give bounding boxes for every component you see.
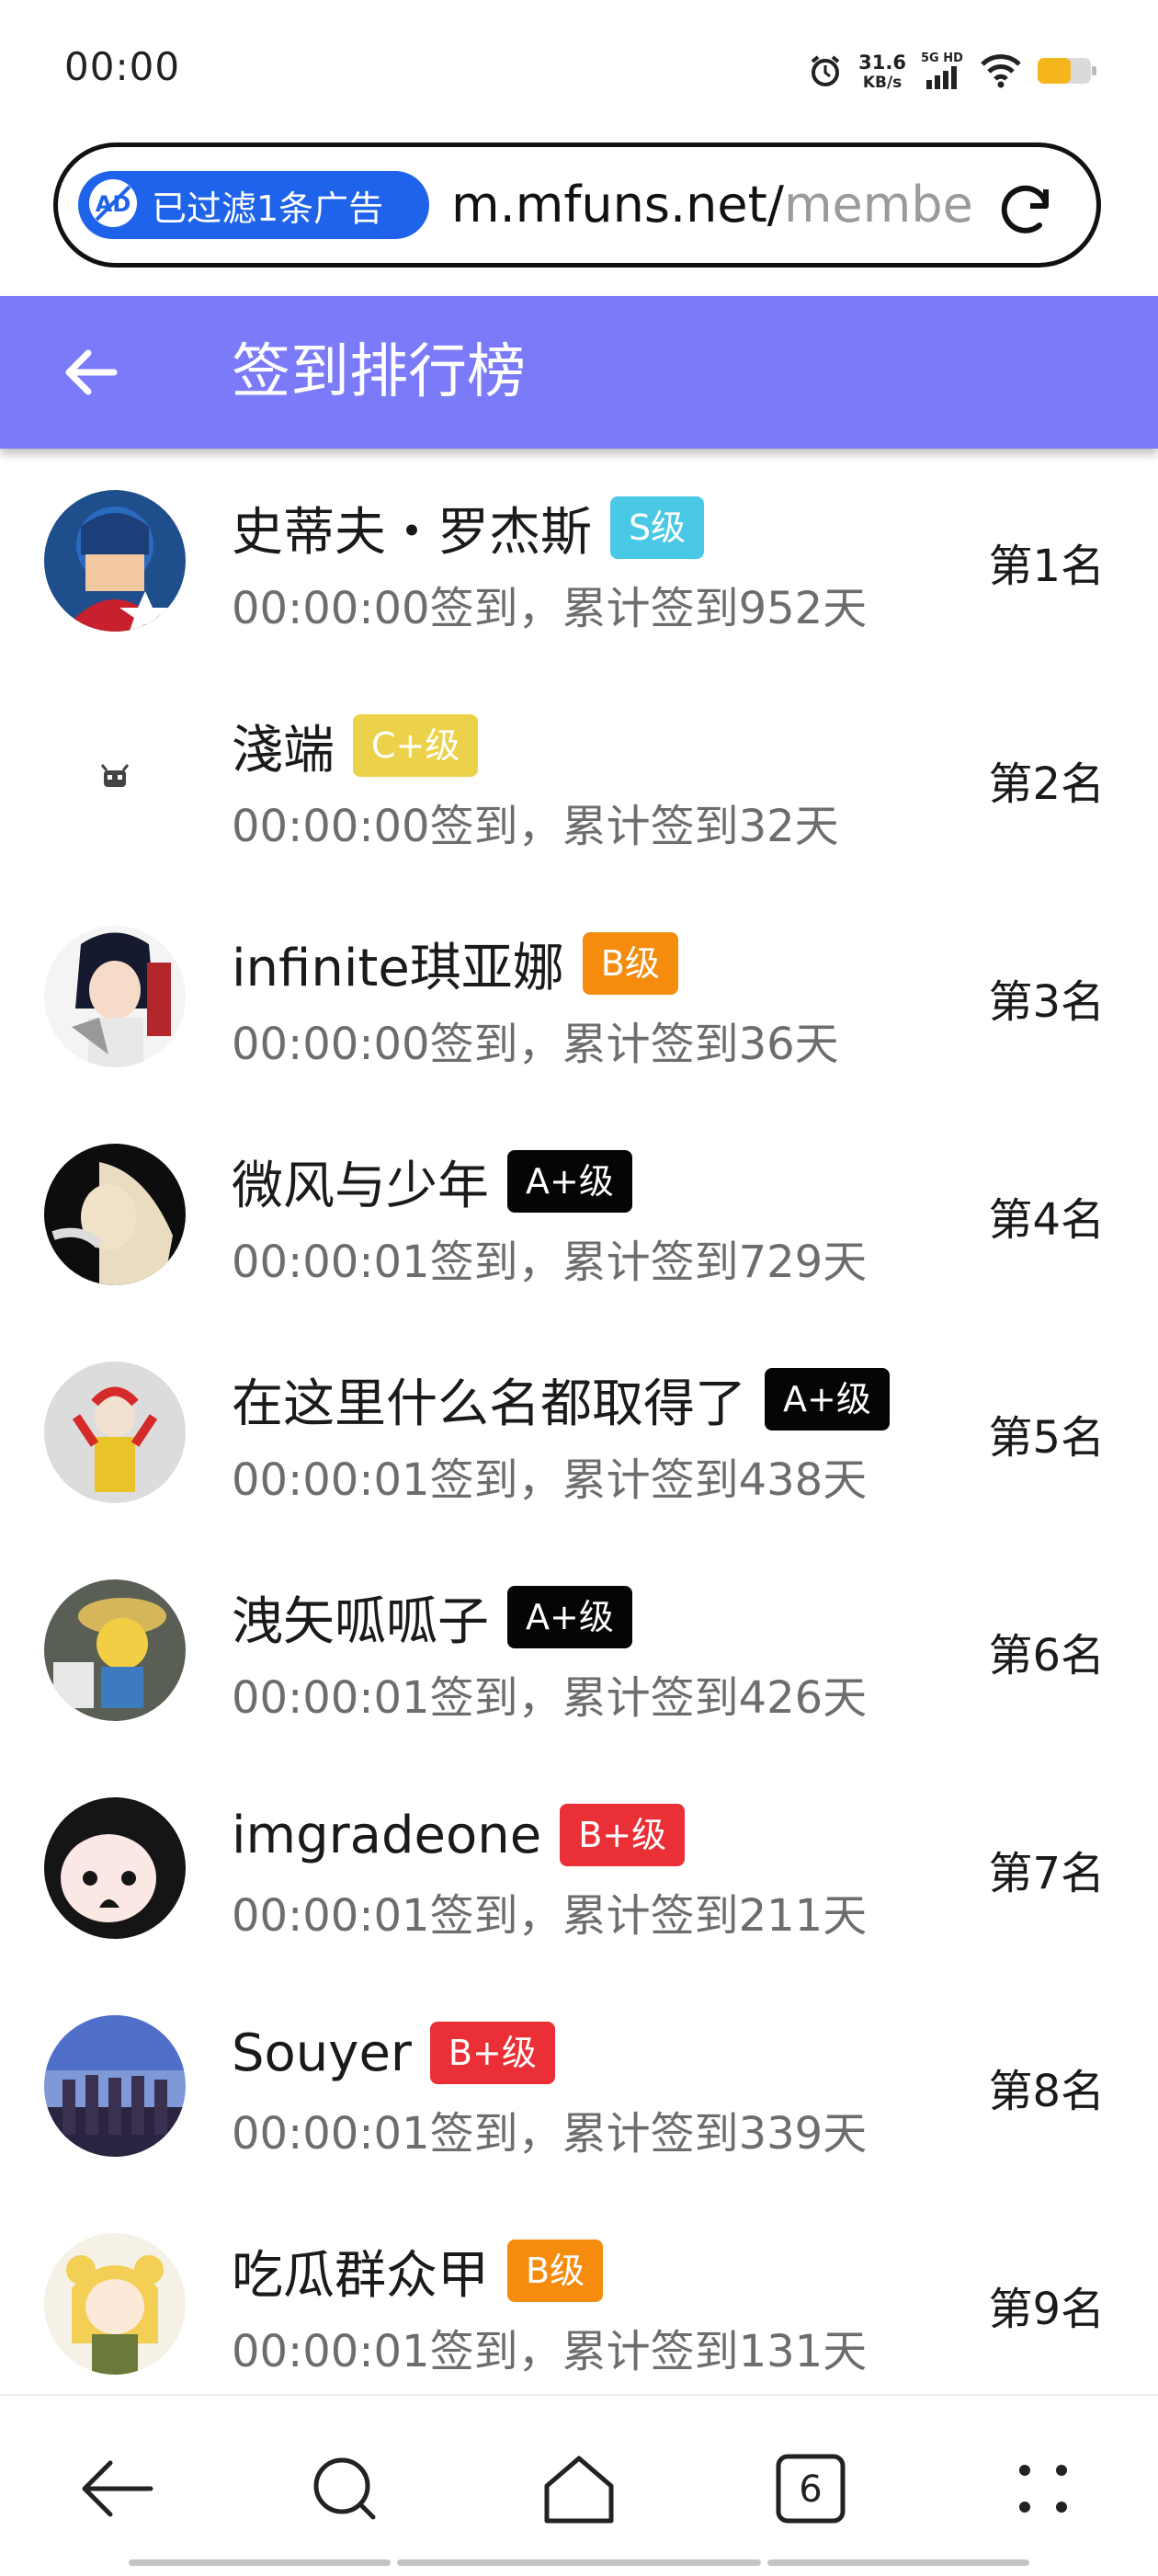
checkin-info: 00:00:00签到，累计签到36天 <box>232 1019 839 1070</box>
ranking-row[interactable]: 吃瓜群众甲 B级 00:00:01签到，累计签到131天 第9名 <box>0 2192 1158 2394</box>
status-time: 00:00 <box>64 44 181 89</box>
level-badge: B+级 <box>560 1804 686 1866</box>
rank-label: 第2名 <box>988 758 1105 810</box>
checkin-info: 00:00:01签到，累计签到438天 <box>232 1454 868 1506</box>
status-icons: 31.6 KB/s 5G HD <box>807 50 1097 96</box>
level-badge: B级 <box>507 2240 604 2302</box>
arrow-left-icon[interactable] <box>61 342 121 403</box>
rank-label: 第7名 <box>988 1848 1105 1899</box>
reload-icon[interactable] <box>993 177 1058 241</box>
svg-text:5G HD: 5G HD <box>921 51 963 65</box>
ad-filter-label: 已过滤1条广告 <box>152 188 384 229</box>
checkin-info: 00:00:00签到，累计签到32天 <box>232 801 839 852</box>
wifi-icon <box>980 52 1022 93</box>
back-icon[interactable] <box>74 2447 156 2530</box>
name-line: 在这里什么名都取得了 A+级 <box>232 1362 890 1436</box>
status-bar: 00:00 31.6 KB/s 5G HD <box>0 0 1158 138</box>
url-text[interactable]: m.mfuns.net/membe <box>451 175 1012 235</box>
ranking-row[interactable]: 洩矢呱呱子 A+级 00:00:01签到，累计签到426天 第6名 <box>0 1538 1158 1756</box>
page-header: 签到排行榜 <box>0 296 1158 449</box>
level-badge: A+级 <box>765 1368 890 1430</box>
name-line: 微风与少年 A+级 <box>232 1145 632 1218</box>
svg-text:6: 6 <box>799 2468 822 2511</box>
rank-label: 第6名 <box>988 1630 1105 1681</box>
gesture-bar <box>397 2559 761 2566</box>
name-line: 淺端 C+级 <box>232 709 479 783</box>
ad-block-icon: AD <box>87 177 139 233</box>
checkin-info: 00:00:01签到，累计签到131天 <box>232 2326 868 2377</box>
tabs-icon[interactable]: 6 <box>769 2447 852 2530</box>
address-bar[interactable]: AD 已过滤1条广告 m.mfuns.net/membe <box>53 142 1101 268</box>
username[interactable]: 洩矢呱呱子 <box>232 1580 489 1655</box>
avatar[interactable] <box>44 1579 186 1721</box>
avatar[interactable] <box>44 490 186 632</box>
level-badge: B级 <box>582 932 678 995</box>
ranking-row[interactable]: 在这里什么名都取得了 A+级 00:00:01签到，累计签到438天 第5名 <box>0 1320 1158 1538</box>
avatar[interactable] <box>44 2233 186 2375</box>
net-speed: 31.6 KB/s <box>858 51 906 92</box>
ranking-list: 史蒂夫・罗杰斯 S级 00:00:00签到，累计签到952天 第1名 淺端 C+… <box>0 449 1158 2394</box>
name-line: 洩矢呱呱子 A+级 <box>232 1580 632 1654</box>
avatar[interactable] <box>44 708 186 849</box>
avatar[interactable] <box>44 1144 186 1285</box>
level-badge: C+级 <box>353 714 479 777</box>
rank-label: 第1名 <box>988 541 1105 592</box>
ranking-row[interactable]: 史蒂夫・罗杰斯 S级 00:00:00签到，累计签到952天 第1名 <box>0 449 1158 667</box>
checkin-info: 00:00:01签到，累计签到426天 <box>232 1672 868 1724</box>
level-badge: B+级 <box>429 2022 555 2084</box>
username[interactable]: 淺端 <box>232 709 335 783</box>
home-icon[interactable] <box>538 2447 620 2530</box>
rank-label: 第8名 <box>988 2066 1105 2117</box>
avatar[interactable] <box>44 1362 186 1503</box>
ranking-row[interactable]: infinite琪亚娜 B级 00:00:00签到，累计签到36天 第3名 <box>0 884 1158 1102</box>
name-line: imgradeone B+级 <box>232 1798 686 1872</box>
gesture-bar <box>129 2559 391 2566</box>
signal-icon: 5G HD <box>921 51 965 95</box>
username[interactable]: 在这里什么名都取得了 <box>232 1362 746 1437</box>
username[interactable]: imgradeone <box>232 1806 541 1865</box>
ranking-row[interactable]: 淺端 C+级 00:00:00签到，累计签到32天 第2名 <box>0 667 1158 884</box>
ad-filter-badge[interactable]: AD 已过滤1条广告 <box>78 171 429 239</box>
name-line: 吃瓜群众甲 B级 <box>232 2234 604 2308</box>
ranking-row[interactable]: Souyer B+级 00:00:01签到，累计签到339天 第8名 <box>0 1974 1158 2192</box>
rank-label: 第5名 <box>988 1412 1105 1464</box>
username[interactable]: 吃瓜群众甲 <box>232 2234 489 2308</box>
gesture-bar <box>767 2559 1029 2566</box>
page-title: 签到排行榜 <box>232 338 526 406</box>
level-badge: S级 <box>610 496 705 559</box>
rank-label: 第4名 <box>988 1194 1105 1246</box>
username[interactable]: Souyer <box>232 2023 412 2083</box>
checkin-info: 00:00:01签到，累计签到339天 <box>232 2108 868 2160</box>
rank-label: 第9名 <box>988 2284 1105 2335</box>
username[interactable]: 微风与少年 <box>232 1145 489 1219</box>
name-line: infinite琪亚娜 B级 <box>232 927 678 1000</box>
username[interactable]: 史蒂夫・罗杰斯 <box>232 491 592 565</box>
ranking-row[interactable]: imgradeone B+级 00:00:01签到，累计签到211天 第7名 <box>0 1756 1158 1974</box>
name-line: 史蒂夫・罗杰斯 S级 <box>232 491 705 565</box>
ranking-row[interactable]: 微风与少年 A+级 00:00:01签到，累计签到729天 第4名 <box>0 1102 1158 1320</box>
bottom-nav: 6 <box>0 2394 1158 2576</box>
checkin-info: 00:00:01签到，累计签到729天 <box>232 1237 868 1288</box>
level-badge: A+级 <box>507 1150 632 1213</box>
avatar[interactable] <box>44 2015 186 2157</box>
search-icon[interactable] <box>303 2447 386 2530</box>
battery-icon <box>1037 55 1097 90</box>
menu-dots-icon[interactable] <box>1002 2447 1084 2530</box>
avatar[interactable] <box>44 926 186 1067</box>
checkin-info: 00:00:00签到，累计签到952天 <box>232 583 868 634</box>
avatar[interactable] <box>44 1797 186 1939</box>
checkin-info: 00:00:01签到，累计签到211天 <box>232 1890 868 1942</box>
alarm-icon <box>807 52 844 93</box>
level-badge: A+级 <box>507 1586 632 1648</box>
rank-label: 第3名 <box>988 976 1105 1028</box>
name-line: Souyer B+级 <box>232 2016 555 2090</box>
username[interactable]: infinite琪亚娜 <box>232 927 564 1001</box>
